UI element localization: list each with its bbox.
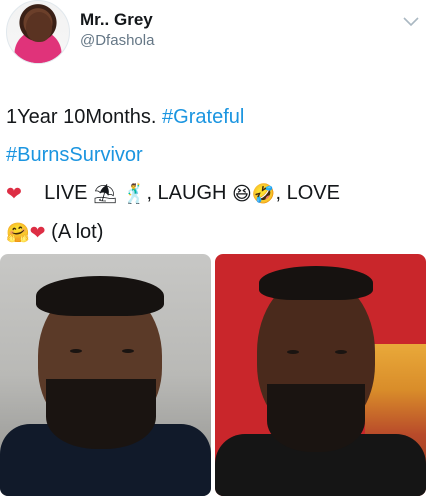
hashtag-grateful[interactable]: #Grateful — [162, 106, 244, 128]
live-text: LIVE — [44, 182, 88, 204]
chevron-down-icon[interactable] — [402, 14, 420, 28]
hashtag-burnssurvivor[interactable]: #BurnsSurvivor — [6, 144, 143, 166]
photo-left-hair — [36, 276, 164, 316]
tweet-header: Mr.. Grey @Dfashola — [0, 0, 426, 80]
love-text: , LOVE — [275, 182, 340, 204]
photo-right-eye-r — [335, 350, 347, 354]
grin-squint-emoji: 😆 — [232, 183, 252, 205]
media-grid — [0, 254, 426, 496]
user-handle[interactable]: @Dfashola — [80, 32, 154, 49]
avatar-face — [26, 12, 52, 42]
photo-left-eye-l — [70, 349, 82, 353]
tweet-line-4: 🤗❤ (A lot) — [6, 213, 420, 252]
display-name[interactable]: Mr.. Grey — [80, 10, 153, 30]
rofl-emoji: 🤣 — [251, 183, 276, 205]
heart-emoji: ❤ — [6, 183, 22, 205]
tweet-body: 1Year 10Months. #Grateful #BurnsSurvivor… — [6, 98, 420, 252]
beach-umbrella-emoji: ⛱ — [93, 183, 118, 205]
dancer-emoji: 🕺 — [122, 183, 147, 205]
avatar-shirt — [13, 43, 65, 63]
photo-after[interactable] — [215, 254, 426, 496]
avatar[interactable] — [6, 0, 70, 64]
hug-emoji: 🤗 — [6, 222, 30, 244]
photo-right-hair — [259, 266, 373, 300]
tweet-line-2: #BurnsSurvivor — [6, 136, 420, 174]
photo-right-eye-l — [287, 350, 299, 354]
a-lot-text: (A lot) — [51, 221, 104, 243]
tweet-line-3: ❤ LIVE ⛱ 🕺, LAUGH 😆🤣, LOVE — [6, 174, 420, 213]
photo-left-beard — [46, 379, 156, 449]
tweet-line-1: 1Year 10Months. #Grateful — [6, 98, 420, 136]
tweet-text-span: 1Year 10Months. — [6, 106, 163, 128]
photo-right-beard — [267, 384, 365, 452]
heart-emoji-2: ❤ — [29, 222, 46, 244]
laugh-text: , LAUGH — [146, 182, 227, 204]
photo-left-eye-r — [122, 349, 134, 353]
photo-before[interactable] — [0, 254, 211, 496]
